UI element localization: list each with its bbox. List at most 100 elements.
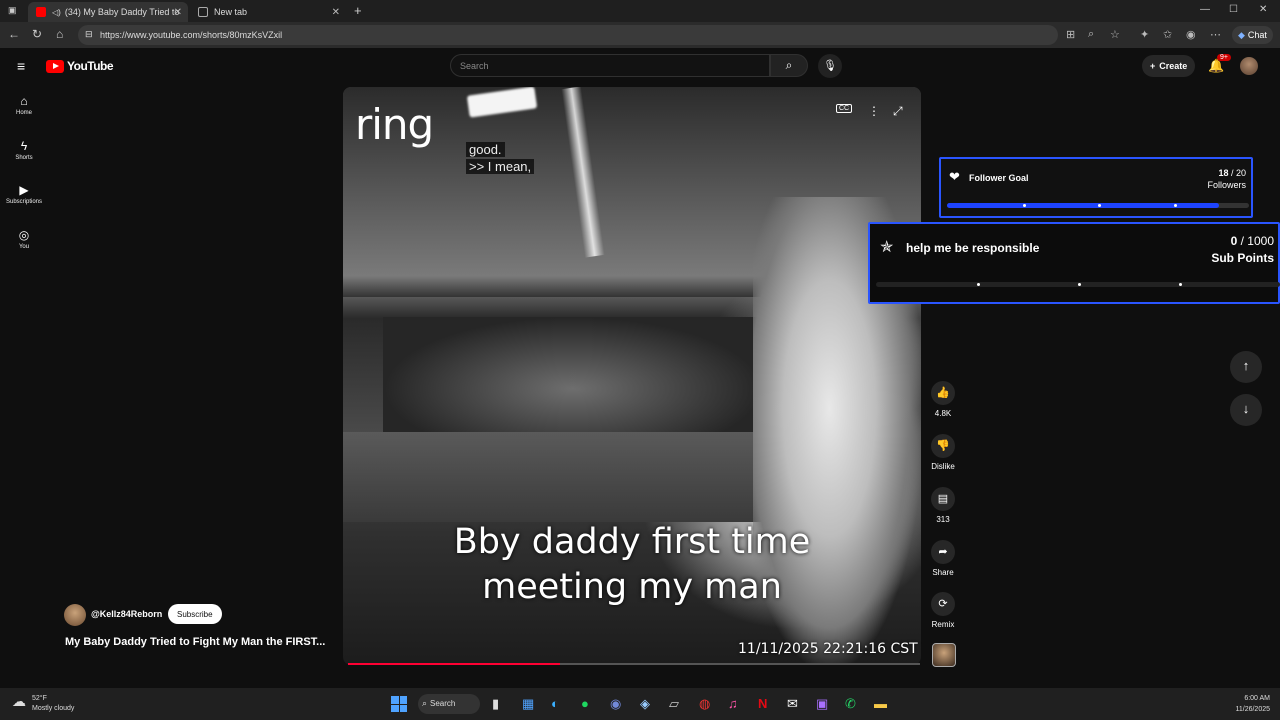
comment-count: 313 — [936, 515, 950, 524]
audio-thumbnail[interactable] — [932, 643, 956, 667]
video-timestamp: 11/11/2025 22:21:16 CST — [738, 641, 918, 657]
browser-menu-icon[interactable]: ▣ — [8, 5, 17, 16]
video-progress-bar[interactable] — [348, 663, 920, 665]
search-button[interactable]: ⌕ — [770, 54, 808, 77]
goal-unit: Followers — [1207, 180, 1246, 190]
favorite-icon[interactable]: ☆ — [1110, 28, 1120, 41]
copilot-icon: ◆ — [1238, 29, 1245, 40]
plus-icon: + — [1150, 61, 1156, 71]
tab-youtube[interactable]: ◁) (34) My Baby Daddy Tried to ✕ — [28, 2, 188, 22]
goal-marker — [1098, 204, 1101, 207]
remix-label: Remix — [931, 620, 955, 629]
minimize-icon[interactable]: — — [1200, 4, 1210, 15]
subscribe-button[interactable]: Subscribe — [168, 604, 222, 624]
edge-icon[interactable]: ◐ — [551, 696, 559, 711]
media-icon[interactable]: ◍ — [699, 696, 710, 712]
shorts-icon: ϟ — [20, 139, 28, 153]
weather-condition: Mostly cloudy — [32, 705, 75, 712]
new-tab-button[interactable]: + — [354, 3, 362, 18]
goal-marker — [1179, 283, 1182, 286]
goal-unit: Sub Points — [1211, 251, 1274, 265]
you-icon: ◎ — [18, 228, 30, 242]
app-icon[interactable]: ◈ — [640, 696, 650, 712]
home-browser-icon[interactable]: ⌂ — [56, 27, 63, 41]
tab-new[interactable]: New tab ✕ — [190, 2, 346, 22]
favorites-icon[interactable]: ✩ — [1163, 28, 1172, 41]
sidebar-item-home[interactable]: ⌂ Home — [4, 94, 44, 116]
file-explorer-icon[interactable]: ▬ — [874, 696, 887, 711]
share-button[interactable]: ➦ Share — [928, 540, 958, 577]
task-view-icon[interactable]: ▮ — [492, 696, 499, 712]
spotify-icon[interactable]: ● — [581, 696, 589, 711]
video-caption: Bby daddy first time meeting my man — [453, 522, 811, 607]
dislike-button[interactable]: 👎 Dislike — [928, 434, 958, 471]
create-button[interactable]: + Create — [1142, 55, 1196, 77]
extensions-icon[interactable]: ✦ — [1140, 28, 1149, 41]
files-icon[interactable]: ▱ — [669, 696, 679, 712]
captions-icon[interactable]: CC — [836, 104, 853, 113]
reload-icon[interactable]: ↻ — [32, 27, 42, 41]
back-icon[interactable]: ← — [8, 27, 20, 41]
ring-watermark: ring — [355, 100, 434, 149]
remix-button[interactable]: ⟳ Remix — [928, 592, 958, 629]
goal-marker — [1022, 204, 1026, 207]
tab-title: New tab — [214, 7, 248, 17]
sidebar-item-shorts[interactable]: ϟ Shorts — [4, 139, 44, 161]
whatsapp-icon[interactable]: ✆ — [845, 696, 856, 712]
close-tab-icon[interactable]: ✕ — [332, 7, 340, 18]
create-label: Create — [1159, 61, 1188, 71]
close-window-icon[interactable]: ✕ — [1259, 4, 1267, 15]
sidebar-item-subscriptions[interactable]: ▶ Subscriptions — [4, 183, 44, 205]
cloud-icon: ☁ — [12, 693, 26, 709]
taskbar-clock[interactable]: 6:00 AM 11/26/2025 — [1222, 693, 1270, 715]
site-info-icon[interactable]: ⊟ — [85, 29, 93, 40]
more-options-icon[interactable]: ⋮ — [868, 104, 880, 118]
channel-avatar[interactable] — [64, 604, 86, 626]
goal-progress-bar — [876, 282, 1280, 287]
music-icon[interactable]: ♫ — [728, 696, 738, 711]
mail-icon[interactable]: ✉ — [787, 696, 798, 712]
goal-target: / 1000 — [1240, 234, 1274, 248]
maximize-icon[interactable]: ☐ — [1229, 4, 1238, 15]
comments-button[interactable]: ▤ 313 — [928, 487, 958, 524]
youtube-favicon-icon — [36, 7, 46, 17]
twitch-icon[interactable]: ▣ — [816, 696, 828, 712]
url-input[interactable]: ⊟ https://www.youtube.com/shorts/80mzKsV… — [78, 25, 1058, 45]
next-short-button[interactable]: ↓ — [1230, 394, 1262, 426]
previous-short-button[interactable]: ↑ — [1230, 351, 1262, 383]
taskbar-search[interactable]: ⌕ Search — [418, 694, 480, 714]
follower-goal-widget: ❤ Follower Goal 18 / 20 Followers — [939, 157, 1253, 218]
goal-marker — [977, 283, 980, 286]
channel-handle[interactable]: @Kellz84Reborn — [91, 609, 162, 619]
netflix-icon[interactable]: N — [758, 696, 767, 711]
sidebar-item-you[interactable]: ◎ You — [4, 228, 44, 250]
video-title[interactable]: My Baby Daddy Tried to Fight My Man the … — [65, 636, 325, 648]
goal-target: / 20 — [1230, 168, 1246, 178]
video-progress-fill — [348, 663, 560, 665]
apps-icon[interactable]: ⊞ — [1066, 28, 1075, 41]
youtube-logo[interactable]: YouTube — [46, 59, 114, 73]
fullscreen-icon[interactable]: ⤢ — [893, 104, 903, 119]
search-input[interactable]: Search — [450, 54, 770, 77]
hamburger-menu-icon[interactable]: ≡ — [17, 58, 25, 74]
close-tab-icon[interactable]: ✕ — [174, 7, 182, 18]
store-icon[interactable]: ▦ — [522, 696, 534, 712]
account-avatar[interactable] — [1240, 57, 1258, 75]
voice-search-button[interactable]: 🎙 — [818, 54, 842, 78]
chat-button[interactable]: ◆ Chat — [1232, 26, 1273, 44]
widget-title: help me be responsible — [906, 241, 1040, 255]
share-icon: ➦ — [931, 540, 955, 564]
search-icon: ⌕ — [422, 698, 428, 708]
like-button[interactable]: 👍 4.8K — [928, 381, 958, 418]
windows-start-icon[interactable] — [391, 696, 407, 712]
clock-time: 6:00 AM — [1244, 695, 1270, 702]
address-bar-row: ← ↻ ⌂ ⊟ https://www.youtube.com/shorts/8… — [0, 22, 1280, 48]
thumbs-down-icon: 👎 — [931, 434, 955, 458]
sidebar-item-label: Shorts — [15, 155, 33, 161]
discord-icon[interactable]: ◉ — [610, 696, 621, 712]
video-scene-yard — [383, 317, 763, 437]
zoom-icon[interactable]: ⌕ — [1088, 28, 1094, 41]
widget-title: Follower Goal — [969, 173, 1029, 183]
more-icon[interactable]: ⋯ — [1210, 28, 1221, 41]
profile-icon[interactable]: ◉ — [1186, 28, 1196, 41]
